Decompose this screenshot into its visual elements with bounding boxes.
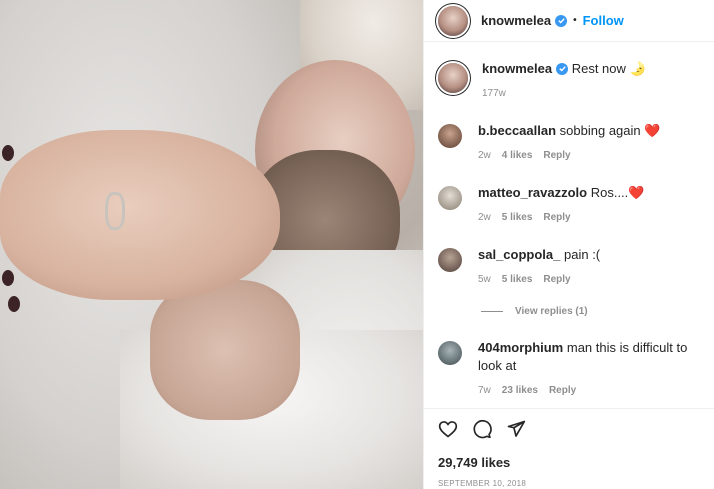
photo-hand xyxy=(0,130,280,300)
reply-button[interactable]: Reply xyxy=(543,271,570,289)
comment-age[interactable]: 2w xyxy=(478,147,491,165)
photo-nail xyxy=(2,270,14,286)
post-side-panel: knowmelea • Follow knowmelea Rest now 🌛 … xyxy=(423,0,714,489)
post-header: knowmelea • Follow xyxy=(424,0,714,42)
header-username[interactable]: knowmelea xyxy=(481,13,551,28)
list-item: matteo_ravazzolo Ros....❤️ 2w 5 likes Re… xyxy=(438,184,714,227)
comment-age[interactable]: 7w xyxy=(478,382,491,400)
comment-text: pain :( xyxy=(564,247,601,262)
comment-likes[interactable]: 5 likes xyxy=(502,271,533,289)
reply-button[interactable]: Reply xyxy=(543,209,570,227)
avatar[interactable] xyxy=(438,248,462,272)
photo-nail xyxy=(8,296,20,312)
comment-meta: 2w 4 likes Reply xyxy=(478,147,698,165)
avatar[interactable] xyxy=(438,5,468,36)
comment-meta: 5w 5 likes Reply xyxy=(478,271,698,289)
avatar[interactable] xyxy=(438,341,462,365)
avatar[interactable] xyxy=(438,186,462,210)
comment-username[interactable]: matteo_ravazzolo xyxy=(478,185,587,200)
post-caption: knowmelea Rest now 🌛 177w xyxy=(438,60,714,103)
heart-emoji: ❤️ xyxy=(644,123,661,138)
reply-button[interactable]: Reply xyxy=(549,382,576,400)
caption-meta: 177w xyxy=(482,85,702,103)
caption-username[interactable]: knowmelea xyxy=(482,61,552,76)
comment-text: Ros.... xyxy=(590,185,629,200)
view-replies-label: View replies (1) xyxy=(515,306,588,317)
comment-meta: 7w 23 likes Reply xyxy=(478,382,698,400)
list-item: 404morphium man this is difficult to loo… xyxy=(438,339,714,400)
comments-list[interactable]: knowmelea Rest now 🌛 177w b.beccaallan s… xyxy=(424,42,714,406)
comment-age[interactable]: 2w xyxy=(478,209,491,227)
comment-age[interactable]: 5w xyxy=(478,271,491,289)
photo-nail xyxy=(2,145,14,161)
heart-emoji: ❤️ xyxy=(628,185,645,200)
photo-arm xyxy=(150,280,300,420)
avatar[interactable] xyxy=(438,124,462,148)
comment-likes[interactable]: 23 likes xyxy=(502,382,538,400)
caption-body: knowmelea Rest now 🌛 177w xyxy=(482,60,702,103)
comment-meta: 2w 5 likes Reply xyxy=(478,209,698,227)
avatar[interactable] xyxy=(438,63,468,93)
share-icon[interactable] xyxy=(506,419,526,442)
comment-body: 404morphium man this is difficult to loo… xyxy=(478,339,698,400)
reply-button[interactable]: Reply xyxy=(543,147,570,165)
post-container: knowmelea • Follow knowmelea Rest now 🌛 … xyxy=(0,0,714,489)
caption-text: Rest now 🌛 xyxy=(571,61,646,76)
likes-count[interactable]: 29,749 likes xyxy=(438,455,701,470)
comment-body: matteo_ravazzolo Ros....❤️ 2w 5 likes Re… xyxy=(478,184,698,227)
action-icons xyxy=(438,419,701,441)
list-item: b.beccaallan sobbing again ❤️ 2w 4 likes… xyxy=(438,122,714,165)
verified-badge-icon xyxy=(555,14,568,27)
post-actions: 29,749 likes SEPTEMBER 10, 2018 xyxy=(424,408,714,488)
comment-username[interactable]: sal_coppola_ xyxy=(478,247,560,262)
follow-button[interactable]: Follow xyxy=(583,13,624,28)
comment-body: b.beccaallan sobbing again ❤️ 2w 4 likes… xyxy=(478,122,698,165)
comment-icon[interactable] xyxy=(472,419,492,442)
comment-username[interactable]: 404morphium xyxy=(478,340,563,355)
header-separator: • xyxy=(573,15,577,26)
comment-text: sobbing again xyxy=(559,123,641,138)
post-date[interactable]: SEPTEMBER 10, 2018 xyxy=(438,479,701,488)
caption-age[interactable]: 177w xyxy=(482,85,506,103)
heart-icon[interactable] xyxy=(438,419,458,442)
list-item: sal_coppola_ pain :( 5w 5 likes Reply xyxy=(438,246,714,289)
replies-divider xyxy=(481,311,503,312)
verified-badge-icon xyxy=(556,62,569,75)
comment-username[interactable]: b.beccaallan xyxy=(478,123,556,138)
view-replies-button[interactable]: View replies (1) xyxy=(478,306,714,317)
photo-ring xyxy=(105,192,125,230)
comment-body: sal_coppola_ pain :( 5w 5 likes Reply xyxy=(478,246,698,289)
comment-likes[interactable]: 5 likes xyxy=(502,209,533,227)
comment-likes[interactable]: 4 likes xyxy=(502,147,533,165)
post-photo[interactable] xyxy=(0,0,423,489)
